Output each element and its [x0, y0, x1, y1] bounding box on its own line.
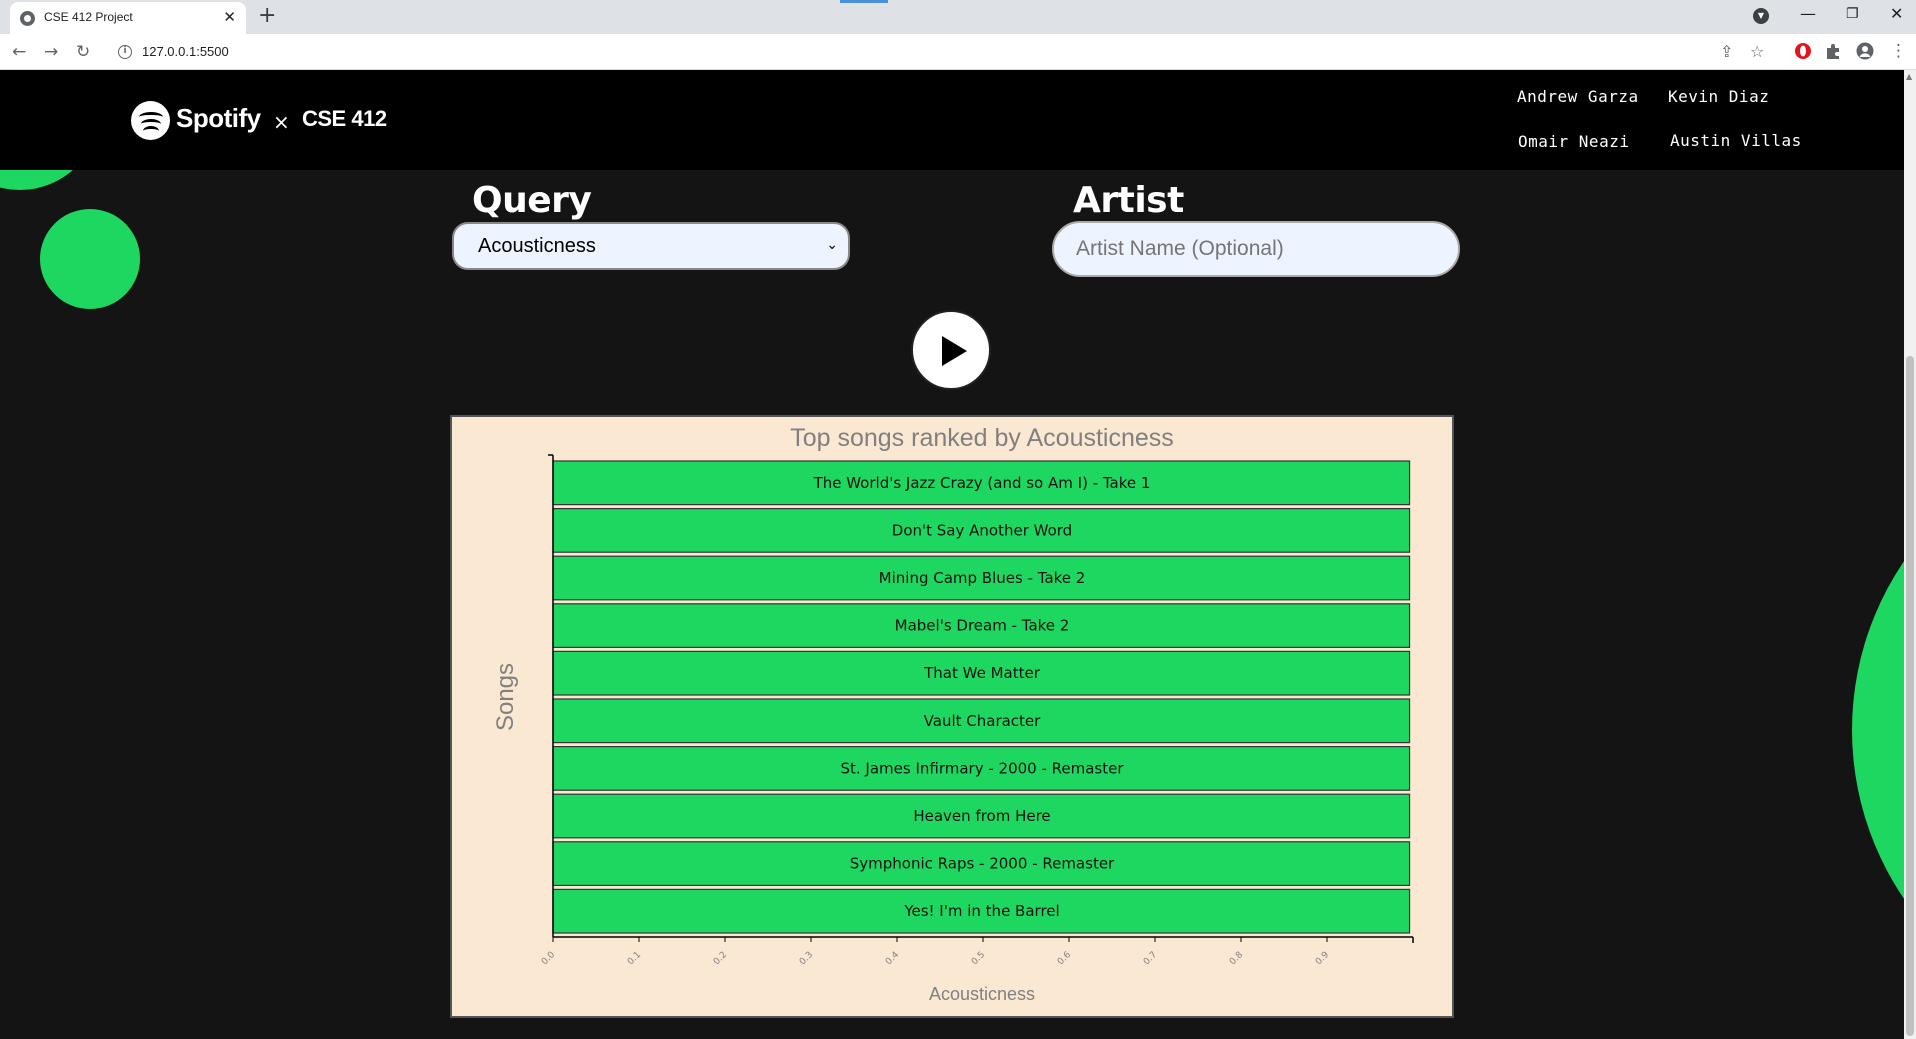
browser-tab-bar: CSE 412 Project ✕ + ▼ — ❐ ✕ [0, 0, 1916, 34]
chart-container: Top songs ranked by Acousticness The Worl… [450, 415, 1454, 1018]
close-tab-icon[interactable]: ✕ [223, 8, 236, 26]
x-tick-label: 0.8 [1228, 950, 1245, 967]
bar-label: Heaven from Here [913, 807, 1050, 825]
bar-label: Mining Camp Blues - Take 2 [879, 569, 1086, 587]
profile-avatar-icon[interactable] [1856, 42, 1874, 60]
new-tab-icon[interactable]: + [258, 3, 276, 28]
bar-chart: Top songs ranked by Acousticness The Worl… [492, 424, 1414, 1004]
artist-label: Artist [1073, 180, 1184, 221]
tab-search-icon[interactable]: ▼ [1753, 8, 1769, 24]
y-axis-label: Songs [492, 663, 519, 731]
minimize-icon[interactable]: — [1800, 4, 1816, 23]
x-tick-label: 0.5 [970, 950, 987, 967]
scroll-up-icon[interactable]: ▲ [1906, 72, 1912, 81]
site-info-icon[interactable]: i [118, 45, 132, 59]
spotify-logo-icon [131, 101, 170, 140]
x-tick-label: 0.9 [1314, 950, 1331, 967]
x-tick-label: 0.4 [884, 950, 901, 967]
bar-label: Yes! I'm in the Barrel [903, 902, 1059, 920]
course-name: CSE 412 [302, 106, 387, 131]
restore-icon[interactable]: ❐ [1846, 6, 1859, 22]
decorative-circle-right [1852, 430, 1904, 1030]
address-bar[interactable]: i 127.0.0.1:5500 ⇪ ☆ [108, 38, 1768, 66]
x-tick-label: 0.0 [540, 950, 557, 967]
bar-label: Mabel's Dream - Take 2 [895, 617, 1070, 635]
bar-label: Symphonic Raps - 2000 - Remaster [850, 855, 1115, 873]
x-tick-label: 0.3 [798, 950, 815, 967]
back-icon[interactable]: ← [12, 42, 26, 62]
query-select[interactable]: Acousticness ⌄ [452, 222, 850, 270]
page-viewport: Spotify × CSE 412 Andrew Garza Kevin Dia… [0, 70, 1904, 1039]
browser-toolbar: ← → ↻ i 127.0.0.1:5500 ⇪ ☆ ⋮ [0, 34, 1916, 70]
query-label: Query [472, 180, 592, 221]
extensions-puzzle-icon[interactable] [1824, 42, 1842, 60]
member-name: Austin Villas [1670, 131, 1802, 150]
artist-name-input[interactable] [1052, 221, 1460, 277]
member-name: Andrew Garza [1517, 87, 1639, 106]
bookmark-star-icon[interactable]: ☆ [1750, 42, 1764, 61]
globe-icon [20, 11, 35, 26]
x-axis-label: Acousticness [929, 984, 1035, 1004]
member-name: Kevin Diaz [1668, 87, 1770, 106]
browser-menu-icon[interactable]: ⋮ [1890, 41, 1907, 61]
query-selected-value: Acousticness [478, 235, 596, 257]
logo-text: Spotify [176, 103, 261, 133]
run-query-button[interactable] [911, 310, 991, 390]
logo-separator: × [273, 110, 290, 134]
scrollbar-thumb[interactable] [1906, 356, 1914, 1036]
chevron-down-icon: ⌄ [826, 237, 838, 253]
x-tick-label: 0.2 [712, 950, 729, 967]
site-header: Spotify × CSE 412 Andrew Garza Kevin Dia… [0, 70, 1904, 170]
x-tick-label: 0.6 [1056, 950, 1073, 967]
browser-tab[interactable]: CSE 412 Project ✕ [10, 2, 246, 34]
tab-title: CSE 412 Project [44, 10, 133, 24]
tab-activity-indicator [840, 0, 888, 3]
play-icon [942, 336, 967, 366]
page-scrollbar[interactable]: ▲ [1904, 70, 1916, 1039]
bar-label: Don't Say Another Word [892, 521, 1072, 539]
bar-label: The World's Jazz Crazy (and so Am I) - T… [813, 474, 1151, 492]
reload-icon[interactable]: ↻ [76, 42, 90, 62]
url-text[interactable]: 127.0.0.1:5500 [142, 44, 229, 59]
window-close-icon[interactable]: ✕ [1890, 4, 1903, 23]
x-tick-label: 0.7 [1142, 950, 1159, 967]
chart-title: Top songs ranked by Acousticness [790, 424, 1174, 452]
opera-extension-icon[interactable] [1794, 42, 1812, 60]
share-icon[interactable]: ⇪ [1720, 42, 1733, 61]
forward-icon[interactable]: → [44, 42, 58, 62]
x-tick-label: 0.1 [626, 950, 643, 967]
decorative-circle-small [40, 209, 140, 309]
bar-label: That We Matter [923, 664, 1041, 682]
bar-label: St. James Infirmary - 2000 - Remaster [840, 759, 1124, 777]
member-name: Omair Neazi [1518, 132, 1630, 151]
bar-label: Vault Character [924, 712, 1042, 730]
